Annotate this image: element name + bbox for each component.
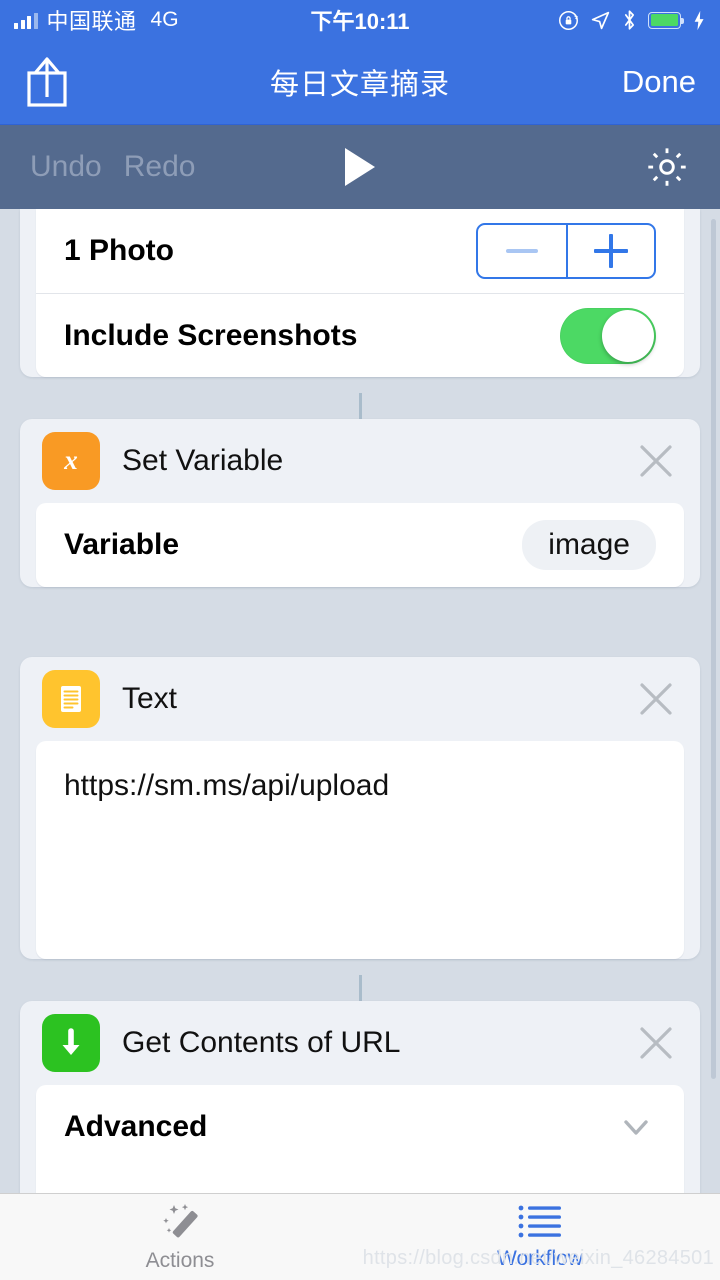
quantity-stepper[interactable] <box>476 223 656 279</box>
get-contents-panel: Advanced <box>36 1085 684 1193</box>
text-input-field[interactable]: https://sm.ms/api/upload <box>36 741 684 959</box>
toggle-knob <box>602 309 654 362</box>
set-variable-panel: Variable image <box>36 503 684 587</box>
navigation-bar: 每日文章摘录 Done <box>0 40 720 124</box>
variable-name-token[interactable]: image <box>522 520 656 570</box>
text-title: Text <box>122 682 178 715</box>
get-contents-header: Get Contents of URL <box>20 1001 700 1085</box>
run-workflow-button[interactable] <box>0 148 720 186</box>
location-arrow-icon <box>591 11 610 29</box>
set-variable-header: x Set Variable <box>20 419 700 503</box>
watermark: https://blog.csdn.net/weixin_46284501 <box>362 1247 714 1269</box>
close-icon[interactable] <box>634 439 678 483</box>
undo-button[interactable]: Undo <box>30 150 102 184</box>
action-card-set-variable[interactable]: x Set Variable Variable image <box>20 419 700 587</box>
workflow-scroll-area[interactable]: 1 Photo Include Screenshots x Set Variab… <box>0 209 720 1193</box>
get-contents-title: Get Contents of URL <box>122 1026 401 1059</box>
close-icon[interactable] <box>634 1021 678 1065</box>
advanced-label: Advanced <box>64 1110 208 1143</box>
gear-icon[interactable] <box>644 144 690 190</box>
share-icon[interactable] <box>24 55 70 109</box>
panel-filler <box>36 1169 684 1193</box>
status-bar: 中国联通 4G 下午10:11 <box>0 0 720 40</box>
rotation-lock-icon <box>559 10 578 30</box>
minus-icon <box>506 249 538 253</box>
card-connector <box>0 975 720 1001</box>
text-input-panel[interactable]: https://sm.ms/api/upload <box>36 741 684 959</box>
include-screenshots-toggle[interactable] <box>560 307 656 364</box>
photo-count-label: 1 Photo <box>64 234 174 267</box>
action-card-text[interactable]: Text https://sm.ms/api/upload <box>20 657 700 959</box>
text-header: Text <box>20 657 700 741</box>
photo-count-stepper[interactable] <box>476 223 656 279</box>
variable-row[interactable]: Variable image <box>36 503 684 587</box>
variable-x-icon: x <box>42 432 100 490</box>
editor-toolbar: Undo Redo <box>0 124 720 209</box>
app-screen: 中国联通 4G 下午10:11 每日文章摘录 Done Undo Redo 1 … <box>0 0 720 1280</box>
include-screenshots-label: Include Screenshots <box>64 318 358 352</box>
network-type-label: 4G <box>150 8 179 31</box>
play-icon <box>345 148 375 186</box>
include-screenshots-row[interactable]: Include Screenshots <box>36 293 684 377</box>
action-card-get-contents-of-url[interactable]: Get Contents of URL Advanced <box>20 1001 700 1193</box>
stepper-minus-button[interactable] <box>478 225 566 277</box>
card-connector <box>0 393 720 419</box>
scroll-indicator[interactable] <box>711 219 716 1079</box>
close-icon[interactable] <box>634 677 678 721</box>
done-button[interactable]: Done <box>622 64 696 100</box>
page-title: 每日文章摘录 <box>269 69 450 101</box>
card-spacer <box>0 603 720 657</box>
select-photos-panel: 1 Photo Include Screenshots <box>36 209 684 377</box>
redo-button[interactable]: Redo <box>124 150 196 184</box>
magic-wand-icon <box>163 1204 198 1238</box>
chevron-down-icon[interactable] <box>616 1107 656 1147</box>
tab-actions-label: Actions <box>145 1249 215 1272</box>
charging-bolt-icon <box>694 10 704 30</box>
set-variable-title: Set Variable <box>122 444 284 477</box>
carrier-label: 中国联通 <box>46 9 137 34</box>
text-document-icon <box>42 670 100 728</box>
action-card-select-photos[interactable]: 1 Photo Include Screenshots <box>20 209 700 377</box>
tab-actions[interactable]: Actions <box>0 1194 360 1280</box>
stepper-plus-button[interactable] <box>566 225 654 277</box>
download-arrow-icon <box>42 1014 100 1072</box>
photo-count-row[interactable]: 1 Photo <box>36 209 684 293</box>
battery-icon <box>648 11 684 29</box>
status-bar-right <box>558 9 706 31</box>
status-bar-left: 中国联通 4G <box>14 4 179 36</box>
variable-label: Variable <box>64 528 180 561</box>
advanced-row[interactable]: Advanced <box>36 1085 684 1169</box>
svg-text:x: x <box>63 445 78 475</box>
bluetooth-icon <box>624 10 635 30</box>
plus-icon <box>594 234 628 268</box>
list-icon <box>518 1205 561 1238</box>
signal-strength-icon <box>14 12 38 29</box>
